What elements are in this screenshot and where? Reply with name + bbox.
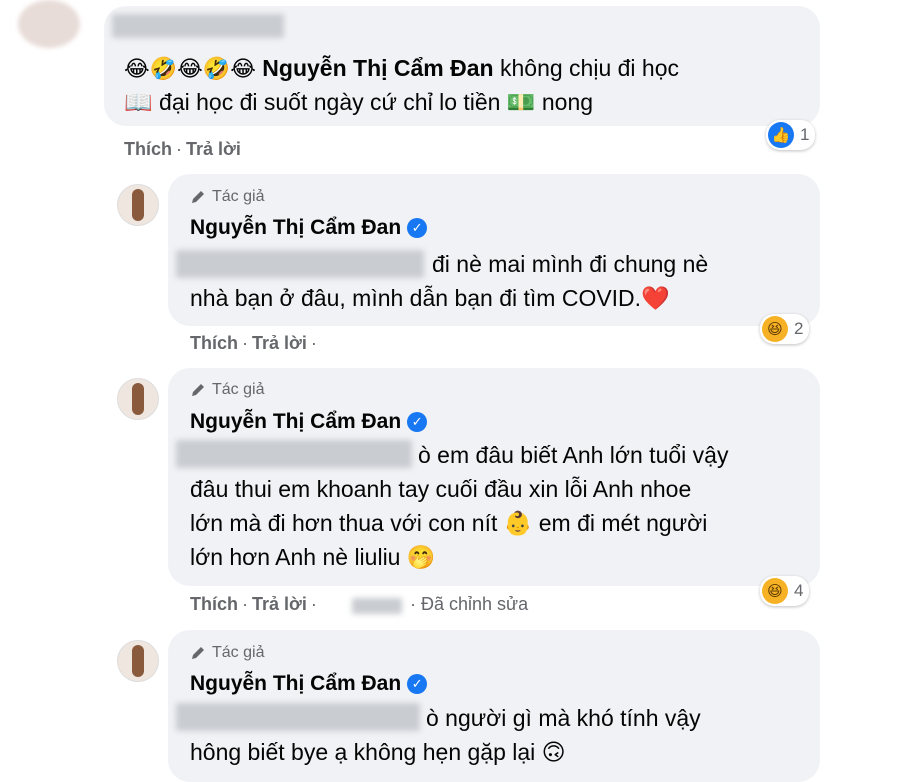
- reaction-summary-2[interactable]: 😆 2: [760, 314, 810, 344]
- comment-3-line-1: ò em đâu biết Anh lớn tuổi vậy: [418, 442, 729, 468]
- edited-label: · Đã chỉnh sửa: [410, 594, 529, 614]
- reply-link[interactable]: Trả lời: [252, 594, 307, 614]
- comment-3-line-2: đâu thui em khoanh tay cuối đầu xin lỗi …: [190, 476, 692, 502]
- blurred-mention: [176, 440, 412, 468]
- like-link[interactable]: Thích: [124, 139, 172, 159]
- blurred-commenter-name: [112, 14, 284, 38]
- comment-3-line-4: lớn hơn Anh nè liuliu 🤭: [190, 544, 436, 570]
- reaction-summary-3[interactable]: 😆 4: [760, 576, 810, 606]
- author-name[interactable]: Nguyễn Thị Cẩm Đan ✓: [190, 216, 428, 240]
- haha-icon: 😆: [762, 316, 788, 342]
- comment-1-line-2: 📖 đại học đi suốt ngày cứ chỉ lo tiền 💵 …: [124, 89, 594, 115]
- like-link[interactable]: Thích: [190, 594, 238, 614]
- reply-link[interactable]: Trả lời: [252, 333, 307, 353]
- author-badge: Tác giả: [190, 644, 264, 662]
- like-link[interactable]: Thích: [190, 333, 238, 353]
- pen-icon: [192, 384, 204, 396]
- comment-actions-1: Thích · Trả lời: [124, 139, 241, 159]
- pen-icon: [192, 647, 204, 659]
- author-name-text[interactable]: Nguyễn Thị Cẩm Đan: [190, 216, 401, 240]
- like-icon: 👍: [768, 122, 794, 148]
- comment-actions-3: Thích · Trả lời ·: [190, 594, 317, 614]
- comment-2-line-1: đi nè mai mình đi chung nè: [432, 251, 709, 277]
- verified-badge-icon: ✓: [407, 218, 428, 238]
- comment-1-text: không chịu đi học: [500, 55, 680, 81]
- verified-badge-icon: ✓: [407, 412, 428, 432]
- author-name[interactable]: Nguyễn Thị Cẩm Đan ✓: [190, 410, 428, 434]
- blurred-timestamp: [352, 598, 402, 614]
- blurred-mention: [176, 703, 420, 731]
- comment-3-line-3: lớn mà đi hơn thua với con nít 👶 em đi m…: [190, 510, 708, 536]
- reaction-count: 4: [794, 581, 804, 600]
- author-tag-label: Tác giả: [212, 188, 265, 205]
- reaction-summary-1[interactable]: 👍 1: [766, 120, 816, 150]
- author-tag-label: Tác giả: [212, 381, 265, 398]
- laughing-emoji-row: 😂🤣😂🤣😂: [124, 56, 256, 81]
- reply-link[interactable]: Trả lời: [186, 139, 241, 159]
- tagged-author-name[interactable]: Nguyễn Thị Cẩm Đan: [262, 55, 493, 81]
- comment-2-line-2: nhà bạn ở đâu, mình dẫn bạn đi tìm COVID…: [190, 285, 670, 311]
- blurred-mention: [176, 250, 424, 278]
- author-name-text[interactable]: Nguyễn Thị Cẩm Đan: [190, 410, 401, 434]
- reaction-count: 1: [800, 125, 810, 144]
- author-avatar[interactable]: [117, 184, 159, 226]
- author-tag-label: Tác giả: [212, 644, 265, 661]
- comment-4-line-1: ò người gì mà khó tính vậy: [426, 705, 701, 731]
- blurred-avatar: [18, 0, 80, 48]
- reaction-count: 2: [794, 319, 804, 338]
- comment-4-line-2: hông biết bye ạ không hẹn gặp lại 🙃: [190, 739, 566, 765]
- author-badge: Tác giả: [190, 188, 264, 206]
- author-badge: Tác giả: [190, 381, 264, 399]
- haha-icon: 😆: [762, 578, 788, 604]
- author-name-text[interactable]: Nguyễn Thị Cẩm Đan: [190, 672, 401, 696]
- comment-actions-2: Thích · Trả lời ·: [190, 333, 317, 353]
- author-avatar[interactable]: [117, 378, 159, 420]
- comment-1-line-1: 😂🤣😂🤣😂 Nguyễn Thị Cẩm Đan không chịu đi h…: [124, 55, 679, 82]
- pen-icon: [192, 191, 204, 203]
- author-avatar[interactable]: [117, 640, 159, 682]
- author-name[interactable]: Nguyễn Thị Cẩm Đan ✓: [190, 672, 428, 696]
- verified-badge-icon: ✓: [407, 674, 428, 694]
